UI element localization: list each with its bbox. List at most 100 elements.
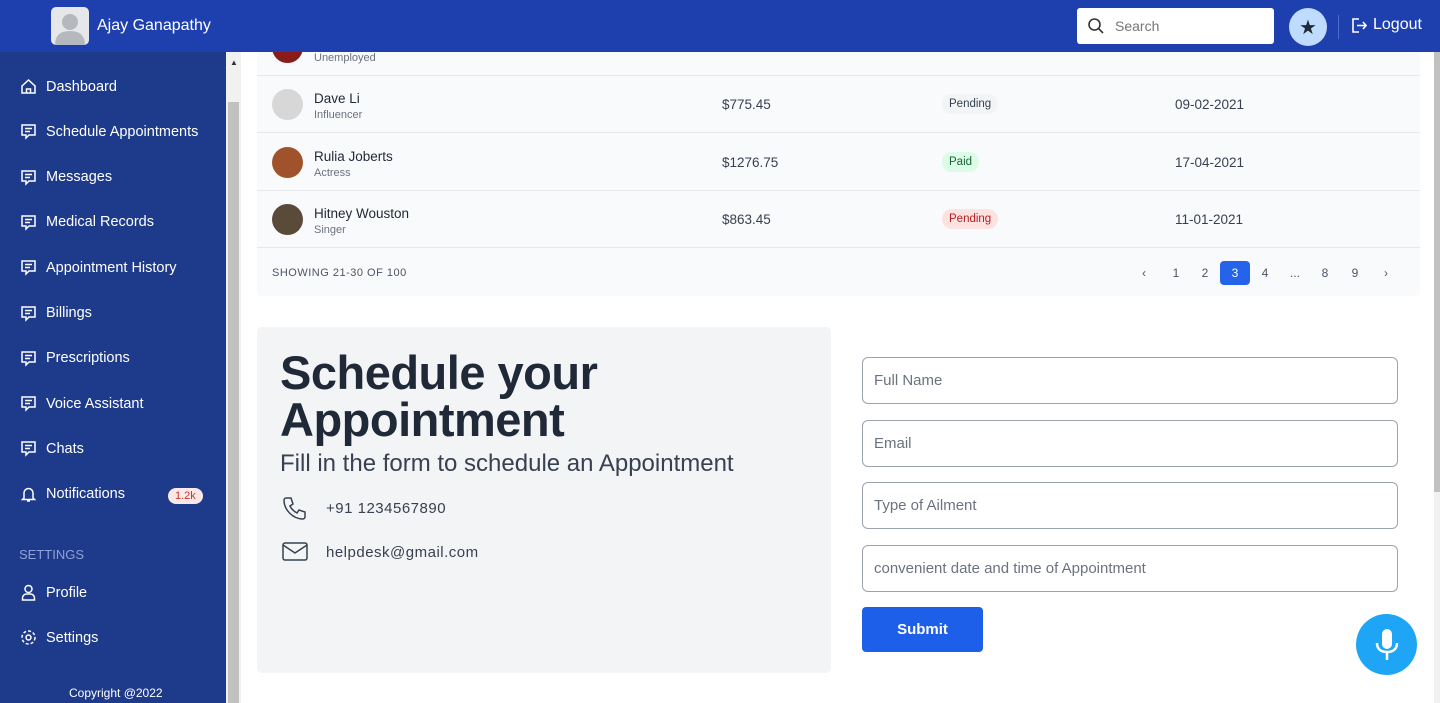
status-badge: Pending (942, 209, 999, 229)
contact-email: helpdesk@gmail.com (282, 541, 479, 563)
pagination-next[interactable]: › (1371, 261, 1401, 285)
title-line-1: Schedule your (280, 346, 598, 399)
phone-icon (283, 497, 306, 520)
sidebar-item-voice-assistant[interactable]: Voice Assistant (20, 395, 144, 412)
contact-phone: +91 1234567890 (282, 495, 446, 521)
contact-info-panel: Schedule your Appointment Fill in the for… (257, 327, 831, 673)
user-icon (21, 584, 36, 601)
phone-number: +91 1234567890 (326, 499, 447, 517)
patient-name: Rulia Joberts (314, 149, 393, 164)
title-line-2: Appointment (280, 393, 565, 446)
email-address: helpdesk@gmail.com (326, 543, 479, 561)
pagination-page[interactable]: 1 (1161, 261, 1191, 285)
chevron-right-icon: › (1384, 266, 1388, 280)
status-badge: Pending (942, 94, 999, 114)
sidebar-item-label: Appointment History (46, 259, 177, 276)
logout-label: Logout (1373, 16, 1422, 33)
full-name-input[interactable] (862, 357, 1398, 404)
table-row[interactable]: Dave Li Influencer $775.45 Pending 09-02-202… (257, 76, 1420, 133)
pagination-page[interactable]: 2 (1190, 261, 1220, 285)
patient-role: Unemployed (314, 52, 376, 64)
divider (1338, 15, 1339, 39)
scrollbar-thumb[interactable] (1434, 52, 1440, 492)
sidebar-item-notifications[interactable]: Notifications (20, 486, 125, 503)
appointment-subtitle: Fill in the form to schedule an Appointm… (280, 450, 734, 477)
amount: $775.45 (722, 97, 771, 112)
pagination-prev[interactable]: ‹ (1129, 261, 1159, 285)
mail-icon (282, 542, 308, 561)
table-row[interactable]: Rulia Joberts Actress $1276.75 Paid 17-04-20… (257, 134, 1420, 191)
sidebar-item-label: Dashboard (46, 78, 117, 95)
status-badge: Paid (942, 152, 980, 172)
sidebar-item-label: Voice Assistant (46, 395, 144, 412)
search-icon (1088, 18, 1104, 34)
scroll-up-arrow-icon[interactable]: ▲ (230, 58, 238, 67)
date: 17-04-2021 (1175, 155, 1245, 170)
page-scrollbar[interactable] (1434, 52, 1440, 703)
sidebar-item-dashboard[interactable]: Dashboard (20, 78, 117, 95)
amount: $1276.75 (722, 155, 779, 170)
patient-photo (272, 204, 303, 235)
pagination-page[interactable]: 4 (1250, 261, 1280, 285)
email-input[interactable] (862, 420, 1398, 467)
favorites-button[interactable]: ★ (1289, 8, 1327, 46)
sidebar-item-prescriptions[interactable]: Prescriptions (20, 350, 130, 367)
patient-photo (272, 147, 303, 178)
sidebar-item-label: Notifications (46, 486, 125, 503)
date: 11-01-2021 (1175, 212, 1244, 227)
message-icon (21, 215, 36, 231)
date: 09-02-2021 (1175, 97, 1245, 112)
message-icon (21, 441, 36, 458)
search-input[interactable] (1115, 18, 1255, 34)
sidebar-item-schedule-appointments[interactable]: Schedule Appointments (20, 123, 199, 141)
logout-icon (1352, 17, 1367, 33)
pagination-page[interactable]: 8 (1310, 261, 1340, 285)
sidebar-item-medical-records[interactable]: Medical Records (20, 214, 154, 231)
patient-name: Dave Li (314, 91, 360, 106)
patient-role: Influencer (314, 109, 363, 121)
sidebar-item-label: Schedule Appointments (46, 123, 199, 140)
voice-assistant-button[interactable] (1356, 614, 1417, 675)
search-box[interactable] (1077, 8, 1274, 44)
message-icon (21, 396, 36, 412)
microphone-icon (1375, 628, 1398, 660)
sidebar-item-appointment-history[interactable]: Appointment History (20, 259, 177, 276)
patient-role: Singer (314, 224, 346, 236)
copyright: Copyright @2022 (69, 686, 163, 700)
sidebar-item-messages[interactable]: Messages (20, 169, 112, 186)
top-header: Ajay Ganapathy ★ Logout (0, 0, 1440, 52)
sidebar-item-chats[interactable]: Chats (20, 440, 84, 458)
message-icon (21, 260, 36, 276)
gear-icon (21, 630, 36, 646)
amount: $863.45 (722, 212, 771, 227)
pagination-page[interactable]: 3 (1220, 261, 1250, 285)
user-name: Ajay Ganapathy (97, 17, 211, 34)
showing-count: SHOWING 21-30 OF 100 (272, 267, 407, 279)
settings-heading: SETTINGS (19, 547, 85, 562)
ailment-input[interactable] (862, 482, 1398, 529)
sidebar-item-settings[interactable]: Settings (20, 629, 98, 646)
home-icon (21, 78, 36, 94)
sidebar-item-billings[interactable]: Billings (20, 305, 92, 322)
pagination-page[interactable]: 9 (1340, 261, 1370, 285)
avatar[interactable] (51, 7, 89, 45)
chevron-left-icon: ‹ (1142, 266, 1146, 280)
appointment-title: Schedule your Appointment (280, 346, 598, 446)
notification-badge: 1.2k (168, 487, 203, 504)
pagination-page[interactable]: ... (1280, 261, 1310, 285)
datetime-input[interactable] (862, 545, 1398, 592)
sidebar-item-label: Settings (46, 629, 99, 646)
sidebar-item-label: Prescriptions (46, 350, 130, 367)
patient-photo (272, 89, 303, 120)
sidebar-scrollbar[interactable]: ▲ (226, 52, 241, 703)
patient-role: Actress (314, 167, 351, 179)
logout-button[interactable]: Logout (1350, 16, 1422, 34)
scrollbar-thumb[interactable] (228, 102, 239, 703)
message-icon (21, 169, 36, 186)
star-icon: ★ (1299, 16, 1317, 39)
sidebar-item-label: Profile (46, 584, 88, 601)
sidebar-item-profile[interactable]: Profile (20, 584, 87, 601)
table-row[interactable]: Hitney Wouston Singer $863.45 Pending 11-01-… (257, 191, 1420, 248)
submit-button[interactable]: Submit (862, 607, 983, 652)
sidebar-item-label: Medical Records (46, 214, 154, 231)
